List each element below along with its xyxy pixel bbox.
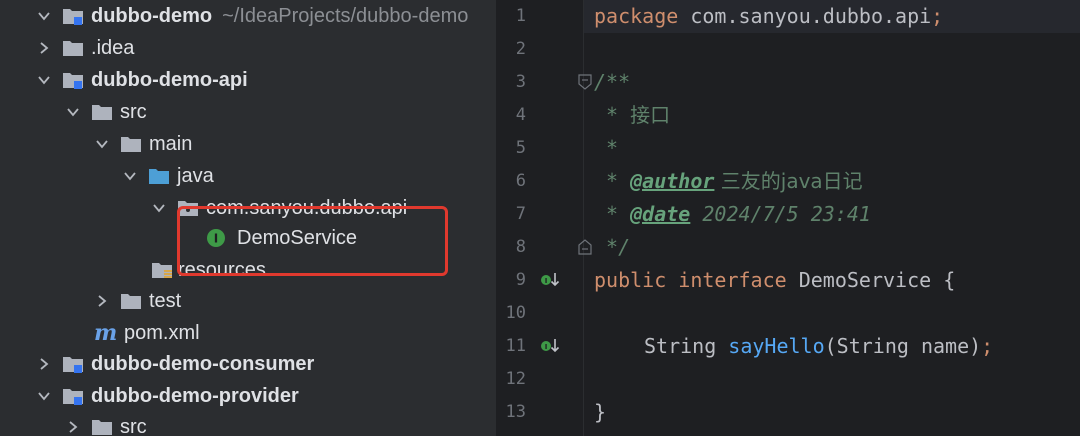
tree-label: dubbo-demo-provider [91, 384, 299, 407]
folder-icon [91, 417, 113, 436]
module-folder-icon [62, 386, 84, 406]
folder-icon [120, 134, 142, 154]
line-number: 8 [515, 237, 526, 257]
fold-end-icon[interactable] [578, 239, 592, 255]
chevron-right-icon[interactable] [35, 39, 53, 57]
line-number: 4 [515, 105, 526, 125]
tree-item-dubbo-demo-api[interactable]: dubbo-demo-api [0, 64, 496, 96]
tree-item-dubbo-demo[interactable]: dubbo-demo ~/IdeaProjects/dubbo-demo [0, 0, 496, 32]
code-line-7: * @date 2024/7/5 23:41 [594, 202, 871, 226]
tree-item-java[interactable]: java [0, 160, 496, 192]
line-number: 3 [515, 72, 526, 92]
line-number: 5 [515, 138, 526, 158]
tree-item-pom[interactable]: m pom.xml [0, 317, 496, 349]
source-folder-icon [148, 166, 170, 186]
line-number: 10 [505, 303, 526, 323]
svg-text:I: I [545, 343, 548, 351]
annotation-highlight-box [177, 206, 448, 276]
code-line-5: * [594, 136, 619, 160]
code-line-4: * 接口 [594, 103, 671, 127]
code-line-1: package com.sanyou.dubbo.api; [594, 4, 944, 28]
tree-item-provider-src[interactable]: src [0, 411, 496, 436]
folder-icon [120, 291, 142, 311]
chevron-right-icon[interactable] [93, 292, 111, 310]
tree-label: dubbo-demo [91, 4, 213, 27]
tree-item-main[interactable]: main [0, 128, 496, 160]
module-folder-icon [62, 6, 84, 26]
chevron-down-icon[interactable] [35, 387, 53, 405]
line-number: 6 [515, 171, 526, 191]
line-number: 7 [515, 204, 526, 224]
tree-label: java [177, 164, 214, 187]
tree-label: dubbo-demo-api [91, 68, 248, 91]
line-number: 13 [505, 402, 526, 422]
chevron-down-icon[interactable] [35, 7, 53, 25]
folder-icon [62, 38, 84, 58]
tree-item-idea[interactable]: .idea [0, 32, 496, 64]
svg-text:m: m [94, 323, 117, 343]
chevron-down-icon[interactable] [64, 103, 82, 121]
tree-label: .idea [91, 36, 135, 59]
chevron-down-icon[interactable] [150, 199, 168, 217]
module-folder-icon [62, 354, 84, 374]
line-number: 12 [505, 369, 526, 389]
tree-item-src[interactable]: src [0, 96, 496, 128]
resources-folder-icon [151, 260, 173, 280]
fold-start-icon[interactable] [578, 74, 592, 90]
tree-label: src [120, 415, 147, 436]
code-line-9: public interface DemoService { [594, 268, 956, 292]
module-folder-icon [62, 70, 84, 90]
implementations-gutter-icon[interactable]: I [540, 336, 560, 356]
code-line-6: * @author 三友的java日记 [594, 169, 863, 193]
code-line-3: /** [594, 70, 631, 94]
tree-label: pom.xml [124, 321, 200, 344]
code-line-8: */ [594, 235, 631, 259]
chevron-down-icon[interactable] [35, 71, 53, 89]
editor-gutter: 1 2 3 4 5 6 7 8 9 10 11 12 13 I I [496, 0, 592, 436]
tree-item-dubbo-demo-provider[interactable]: dubbo-demo-provider [0, 380, 496, 412]
tree-label: src [120, 100, 147, 123]
code-editor[interactable]: 1 2 3 4 5 6 7 8 9 10 11 12 13 I I packag… [496, 0, 1080, 436]
tree-label: test [149, 289, 182, 312]
line-number: 1 [515, 6, 526, 26]
implementations-gutter-icon[interactable]: I [540, 270, 560, 290]
tree-item-test[interactable]: test [0, 285, 496, 317]
folder-icon [91, 102, 113, 122]
chevron-right-icon[interactable] [35, 355, 53, 373]
line-number: 9 [515, 270, 526, 290]
svg-text:I: I [545, 277, 548, 285]
line-number: 11 [505, 336, 526, 356]
chevron-right-icon[interactable] [64, 418, 82, 436]
line-number: 2 [515, 39, 526, 59]
chevron-down-icon[interactable] [93, 135, 111, 153]
chevron-down-icon[interactable] [121, 167, 139, 185]
tree-label: main [149, 132, 193, 155]
code-line-13: } [594, 400, 607, 424]
project-tree: dubbo-demo ~/IdeaProjects/dubbo-demo .id… [0, 0, 496, 436]
code-line-11: String sayHello(String name); [644, 334, 994, 358]
project-path: ~/IdeaProjects/dubbo-demo [222, 4, 469, 27]
maven-icon: m [93, 323, 119, 343]
tree-item-dubbo-demo-consumer[interactable]: dubbo-demo-consumer [0, 348, 496, 380]
tree-label: dubbo-demo-consumer [91, 352, 315, 375]
